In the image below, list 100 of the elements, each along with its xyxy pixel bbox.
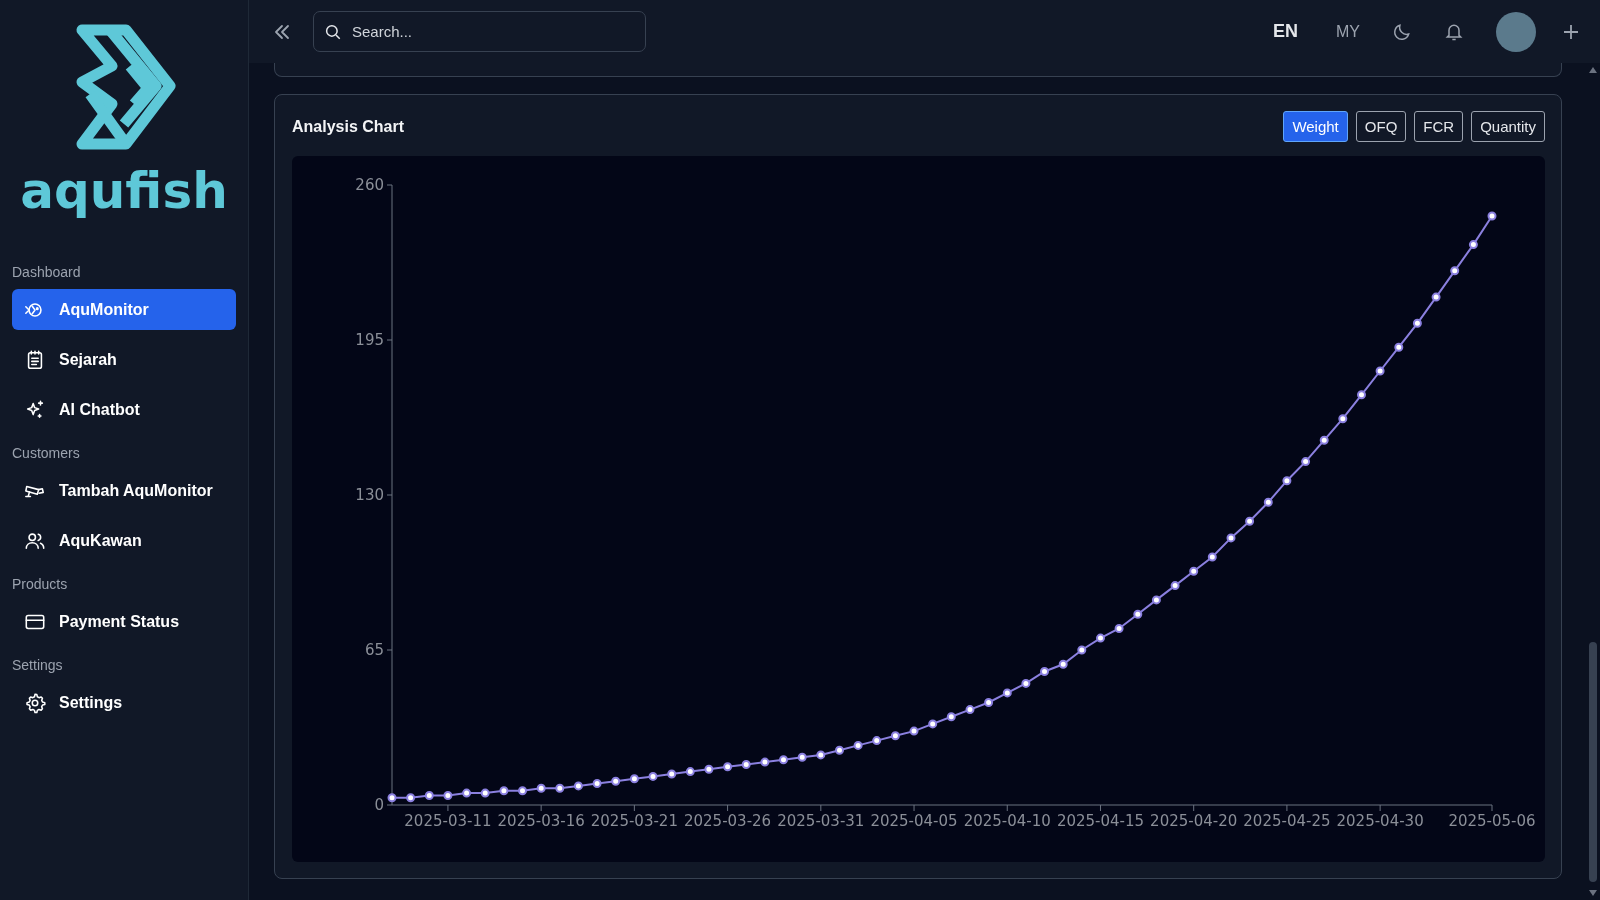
x-tick-label: 2025-03-21 bbox=[590, 812, 678, 830]
section-label: Dashboard bbox=[12, 263, 82, 282]
data-point bbox=[1450, 266, 1460, 276]
moon-icon[interactable] bbox=[1392, 21, 1412, 42]
data-point bbox=[573, 781, 583, 791]
data-point bbox=[1114, 624, 1124, 633]
x-tick-label: 2025-04-20 bbox=[1150, 812, 1238, 830]
metric-tab[interactable]: OFQ bbox=[1355, 111, 1407, 142]
data-point bbox=[1040, 667, 1049, 676]
nav-item[interactable]: Sejarah bbox=[12, 339, 236, 380]
data-point bbox=[406, 793, 416, 803]
nav-item[interactable]: AI Chatbot bbox=[12, 389, 236, 430]
language-button[interactable]: MY bbox=[1330, 18, 1366, 45]
x-tick-label: 2025-04-25 bbox=[1243, 812, 1331, 830]
metric-tab[interactable]: Quantity bbox=[1471, 111, 1545, 142]
data-point bbox=[984, 698, 994, 707]
data-point bbox=[890, 731, 900, 741]
data-point bbox=[965, 705, 975, 715]
data-point bbox=[387, 793, 397, 803]
data-point bbox=[909, 726, 919, 736]
brand-name: aqufish bbox=[20, 166, 228, 216]
data-point bbox=[629, 774, 639, 784]
data-point bbox=[1058, 659, 1068, 669]
data-point bbox=[1431, 292, 1441, 302]
data-point bbox=[853, 740, 863, 750]
data-point bbox=[1002, 688, 1012, 698]
nav-item[interactable]: AquMonitor bbox=[12, 289, 236, 330]
collapse-icon[interactable] bbox=[273, 22, 291, 41]
language-button[interactable]: EN bbox=[1267, 17, 1304, 46]
data-point bbox=[1468, 240, 1478, 250]
data-point bbox=[462, 788, 472, 798]
x-tick-label: 2025-03-31 bbox=[777, 812, 865, 830]
nav-item[interactable]: Payment Status bbox=[12, 601, 236, 642]
section-label: Products bbox=[12, 575, 69, 594]
data-point bbox=[1096, 633, 1105, 643]
data-point bbox=[518, 786, 527, 796]
data-point bbox=[611, 776, 621, 786]
data-point bbox=[1375, 366, 1385, 376]
nav-item[interactable]: Tambah AquMonitor bbox=[12, 470, 236, 511]
y-tick-label: 65 bbox=[364, 641, 384, 659]
data-point bbox=[685, 767, 695, 777]
x-tick-label: 2025-04-30 bbox=[1336, 812, 1424, 830]
y-tick-label: 195 bbox=[355, 331, 384, 349]
data-point bbox=[1226, 533, 1236, 543]
y-tick-label: 260 bbox=[355, 176, 384, 194]
data-point bbox=[1282, 476, 1292, 486]
x-tick-label: 2025-05-06 bbox=[1448, 812, 1536, 830]
data-point bbox=[1357, 390, 1366, 400]
x-tick-label: 2025-04-05 bbox=[870, 812, 958, 830]
data-point bbox=[1319, 435, 1329, 445]
data-point bbox=[1133, 609, 1143, 619]
data-point bbox=[704, 764, 714, 774]
search-icon bbox=[324, 22, 342, 41]
x-tick-label: 2025-03-16 bbox=[497, 812, 585, 830]
search-input[interactable]: Search... bbox=[350, 22, 634, 41]
data-point bbox=[946, 712, 956, 722]
data-point bbox=[480, 788, 490, 798]
data-point bbox=[928, 719, 938, 729]
plus-icon[interactable] bbox=[1562, 22, 1580, 41]
data-point bbox=[1207, 552, 1217, 562]
data-point bbox=[499, 786, 509, 796]
data-point bbox=[424, 791, 434, 800]
data-point bbox=[1394, 342, 1404, 352]
x-tick-label: 2025-03-11 bbox=[404, 812, 492, 830]
data-point bbox=[741, 760, 751, 769]
avatar[interactable] bbox=[1496, 11, 1536, 52]
data-point bbox=[1301, 457, 1311, 467]
data-point bbox=[555, 783, 565, 793]
data-point bbox=[443, 791, 453, 800]
x-tick-label: 2025-04-10 bbox=[963, 812, 1051, 830]
data-point bbox=[835, 745, 844, 755]
scrollbar-thumb[interactable] bbox=[1589, 642, 1597, 882]
data-point bbox=[779, 755, 788, 765]
data-point bbox=[536, 783, 546, 793]
data-point bbox=[648, 771, 658, 781]
chart-title: Analysis Chart bbox=[292, 117, 405, 136]
data-point bbox=[760, 757, 770, 767]
scroll-down-icon[interactable] bbox=[1589, 890, 1597, 896]
data-point bbox=[1151, 595, 1161, 605]
nav-item[interactable]: Settings bbox=[12, 682, 236, 723]
search-field[interactable]: Search... bbox=[313, 11, 646, 52]
sparkle-icon bbox=[24, 398, 46, 421]
data-point bbox=[723, 762, 733, 772]
data-point bbox=[1263, 497, 1273, 507]
y-tick-label: 130 bbox=[355, 486, 384, 504]
data-point bbox=[797, 752, 807, 762]
section-label: Settings bbox=[12, 656, 64, 675]
data-point bbox=[1245, 516, 1255, 526]
data-point bbox=[1487, 211, 1497, 221]
scroll-up-icon[interactable] bbox=[1589, 67, 1597, 73]
data-point bbox=[1338, 414, 1348, 424]
data-point bbox=[1189, 566, 1199, 576]
data-point bbox=[872, 736, 882, 746]
metric-tab[interactable]: Weight bbox=[1283, 111, 1348, 142]
nav-item[interactable]: AquKawan bbox=[12, 520, 236, 561]
data-point bbox=[667, 769, 677, 779]
metric-tab[interactable]: FCR bbox=[1414, 111, 1464, 142]
gear-icon bbox=[24, 691, 46, 714]
data-point bbox=[1077, 645, 1087, 655]
y-tick-label: 0 bbox=[374, 796, 384, 814]
